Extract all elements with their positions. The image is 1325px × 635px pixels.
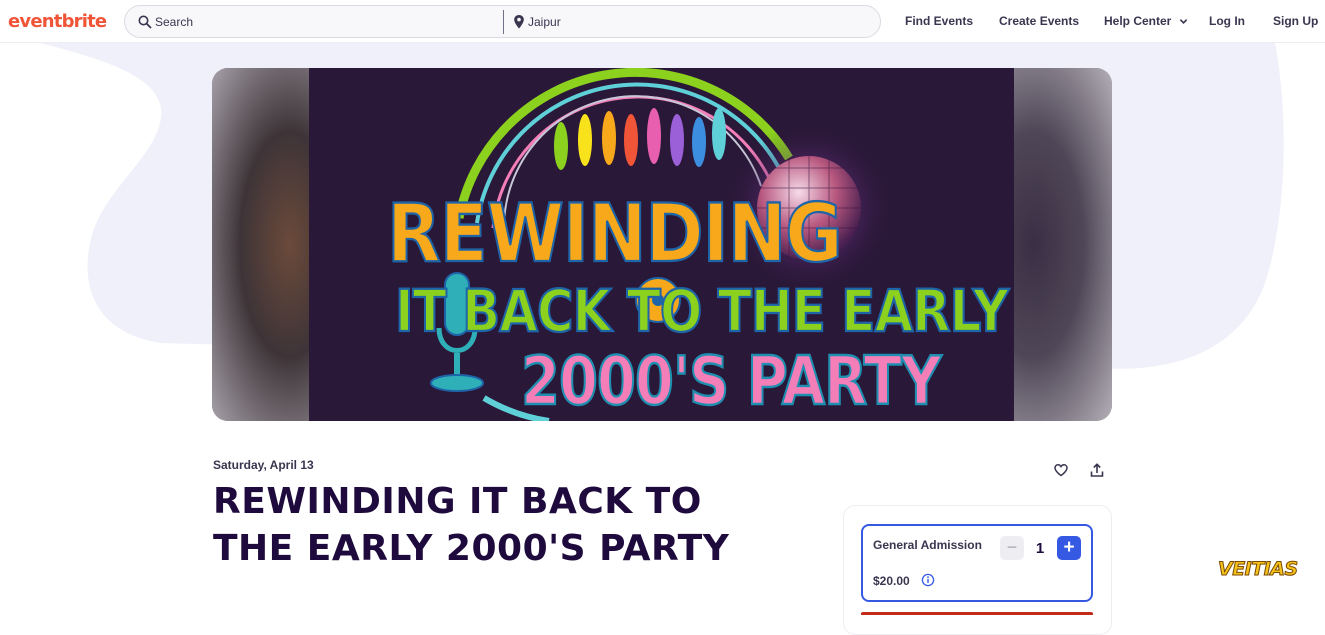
- location-input[interactable]: Jaipur: [528, 15, 561, 29]
- location-pin-icon: [514, 15, 524, 29]
- nav-create-events[interactable]: Create Events: [999, 14, 1079, 28]
- ticket-option[interactable]: [861, 524, 1093, 602]
- decrease-quantity-button[interactable]: −: [1000, 536, 1024, 560]
- dancer-silhouettes: [554, 108, 726, 170]
- chevron-down-icon: [1179, 19, 1187, 25]
- event-poster-image: REWINDING IT BACK TO THE EARLY 2000'S PA…: [309, 68, 1014, 421]
- poster-line-2: IT BACK TO THE EARLY: [394, 277, 1010, 346]
- hero-blurred-right: [1014, 68, 1112, 421]
- share-icon[interactable]: [1089, 462, 1105, 478]
- nav-log-in[interactable]: Log In: [1209, 14, 1245, 28]
- help-center-label: Help Center: [1104, 14, 1172, 28]
- poster-line-3: 2000'S PARTY: [520, 342, 942, 421]
- nav-help-center[interactable]: Help Center: [1104, 14, 1188, 28]
- heart-icon[interactable]: [1053, 462, 1069, 478]
- event-date: Saturday, April 13: [213, 458, 314, 472]
- search-icon: [138, 15, 152, 29]
- nav-find-events[interactable]: Find Events: [905, 14, 973, 28]
- top-navigation-bar: eventbrite Search Jaipur Find Events Cre…: [0, 0, 1325, 43]
- hero-blurred-left: [212, 68, 309, 421]
- watermark-logo: VEITIAS: [1218, 558, 1299, 581]
- poster-line-1: REWINDING: [386, 185, 844, 282]
- event-hero-banner: REWINDING IT BACK TO THE EARLY 2000'S PA…: [212, 68, 1112, 421]
- info-icon[interactable]: [921, 573, 935, 587]
- ticket-name: General Admission: [873, 538, 982, 552]
- increase-quantity-button[interactable]: +: [1057, 536, 1081, 560]
- event-title: REWINDING IT BACK TO THE EARLY 2000'S PA…: [213, 481, 730, 569]
- search-bar[interactable]: Search Jaipur: [124, 5, 881, 38]
- nav-sign-up[interactable]: Sign Up: [1273, 14, 1318, 28]
- ticket-price: $20.00: [873, 574, 910, 588]
- search-divider: [503, 10, 504, 34]
- eventbrite-logo[interactable]: eventbrite: [8, 11, 107, 32]
- search-input[interactable]: Search: [155, 15, 193, 29]
- ticket-quantity: 1: [1035, 540, 1045, 557]
